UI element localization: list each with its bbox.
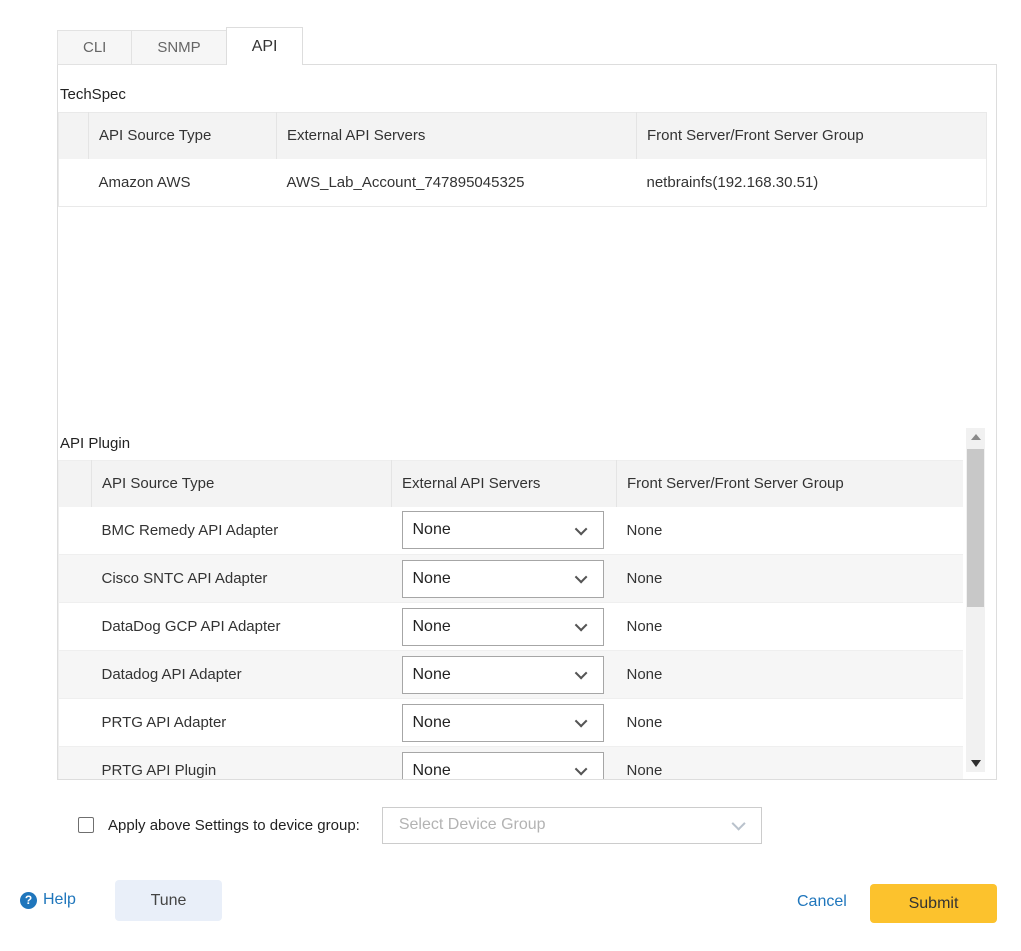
table-row: BMC Remedy API Adapter None None [59,507,964,555]
selected-value: None [413,666,451,684]
api-source-type-header: API Source Type [89,113,277,159]
front-server-cell: None [617,699,964,747]
external-api-servers-cell: AWS_Lab_Account_747895045325 [277,159,637,207]
tune-button[interactable]: Tune [115,880,222,921]
techspec-section-title: TechSpec [60,85,996,104]
tab-cli[interactable]: CLI [57,30,132,65]
external-api-servers-header: External API Servers [392,461,617,507]
external-api-servers-select[interactable]: None [402,656,604,694]
external-api-servers-select[interactable]: None [402,704,604,742]
blank-cell [59,651,92,699]
api-source-type-cell: Amazon AWS [89,159,277,207]
blank-cell [59,159,89,207]
api-source-type-cell: BMC Remedy API Adapter [92,507,392,555]
external-api-servers-select[interactable]: None [402,608,604,646]
scroll-down-button[interactable] [966,754,985,772]
techspec-table: API Source Type External API Servers Fro… [58,112,987,207]
help-label: Help [43,891,76,909]
chevron-down-icon [574,619,587,632]
blank-cell [59,507,92,555]
scrollbar-thumb[interactable] [967,449,984,607]
cancel-button[interactable]: Cancel [797,893,847,911]
api-source-type-cell: DataDog GCP API Adapter [92,603,392,651]
help-icon: ? [20,892,37,909]
help-link[interactable]: ? Help [20,891,76,909]
selected-value: None [413,618,451,636]
api-plugin-section-title: API Plugin [60,434,996,453]
front-server-header: Front Server/Front Server Group [617,461,964,507]
api-source-type-cell: PRTG API Plugin [92,747,392,781]
tab-api[interactable]: API [226,27,304,65]
chevron-down-icon [574,571,587,584]
selected-value: None [413,762,451,780]
device-group-select[interactable]: Select Device Group [382,807,762,844]
front-server-cell: None [617,507,964,555]
front-server-cell: netbrainfs(192.168.30.51) [637,159,987,207]
front-server-header: Front Server/Front Server Group [637,113,987,159]
front-server-cell: None [617,555,964,603]
blank-cell [59,555,92,603]
api-plugin-scroll-area: API Source Type External API Servers Fro… [58,460,963,780]
chevron-down-icon [731,817,745,831]
api-settings-panel: TechSpec API Source Type External API Se… [57,64,997,780]
table-row: DataDog GCP API Adapter None None [59,603,964,651]
chevron-down-icon [574,522,587,535]
apply-settings-label: Apply above Settings to device group: [108,817,360,834]
device-group-placeholder: Select Device Group [399,816,546,834]
blank-cell [59,699,92,747]
table-row: PRTG API Plugin None None [59,747,964,781]
table-row: Datadog API Adapter None None [59,651,964,699]
external-api-servers-select[interactable]: None [402,752,604,781]
api-source-type-cell: PRTG API Adapter [92,699,392,747]
blank-cell [59,603,92,651]
submit-button[interactable]: Submit [870,884,997,923]
table-row[interactable]: Amazon AWS AWS_Lab_Account_747895045325 … [59,159,987,207]
blank-header-cell [59,461,92,507]
api-plugin-table: API Source Type External API Servers Fro… [58,460,963,780]
api-source-type-header: API Source Type [92,461,392,507]
chevron-down-icon [574,715,587,728]
techspec-header-row: API Source Type External API Servers Fro… [59,113,987,159]
scroll-down-arrow-icon [971,760,981,767]
front-server-cell: None [617,651,964,699]
chevron-down-icon [574,667,587,680]
apply-settings-row: Apply above Settings to device group: Se… [78,806,762,844]
apply-settings-checkbox[interactable] [78,817,94,833]
external-api-servers-select[interactable]: None [402,511,604,549]
external-api-servers-header: External API Servers [277,113,637,159]
selected-value: None [413,714,451,732]
blank-cell [59,747,92,781]
table-row: Cisco SNTC API Adapter None None [59,555,964,603]
tab-bar: CLI SNMP API [57,27,302,65]
api-source-type-cell: Datadog API Adapter [92,651,392,699]
scroll-up-arrow-icon [971,434,981,440]
front-server-cell: None [617,747,964,781]
scroll-up-button[interactable] [966,428,985,446]
table-row: PRTG API Adapter None None [59,699,964,747]
external-api-servers-select[interactable]: None [402,560,604,598]
selected-value: None [413,521,451,539]
chevron-down-icon [574,763,587,776]
selected-value: None [413,570,451,588]
tab-snmp[interactable]: SNMP [131,30,226,65]
api-plugin-header-row: API Source Type External API Servers Fro… [59,461,964,507]
vertical-scrollbar[interactable] [966,428,985,772]
api-source-type-cell: Cisco SNTC API Adapter [92,555,392,603]
blank-header-cell [59,113,89,159]
front-server-cell: None [617,603,964,651]
